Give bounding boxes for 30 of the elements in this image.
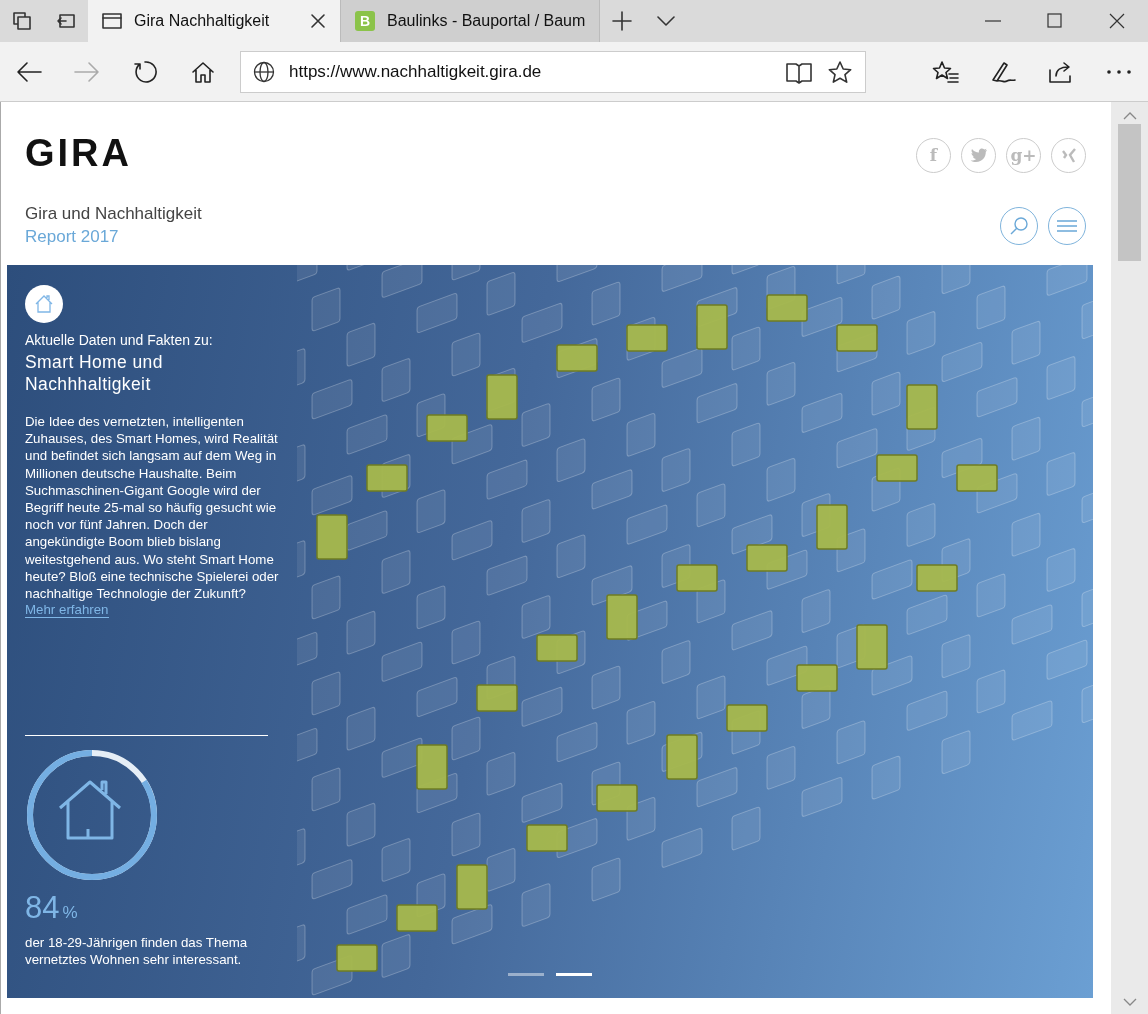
home-button[interactable] [25, 285, 63, 323]
hero-heading: Smart Home und Nachhhaltigkeit [25, 351, 164, 395]
intro-text: Aktuelle Daten und Fakten zu: [25, 332, 214, 348]
search-icon [1009, 215, 1029, 236]
tab-title: Gira Nachhaltigkeit [134, 12, 271, 30]
percent-sign: % [62, 903, 78, 923]
hero-paragraph: Die Idee des vernetzten, intelligenten Zuhauses, des Smart Homes, wird Realität und befindet sich langsam auf dem Weg in Millionen deutsche Haushalte. Beim Suchmaschinen-Gigant Google wird der Begriff heute 25-mal so häufig gesucht wie noch vor fünf Jahren. Doch der angekündigte Boom blieb bislang weitestgehend aus. Wo steht Smart Home heute? Bloß eine technische Spielerei oder nachhaltige Technologie der Zukunft? [25, 413, 280, 603]
gira-logo[interactable]: GIRA [25, 131, 132, 175]
xing-icon [1060, 147, 1077, 163]
globe-icon [253, 60, 275, 83]
address-bar[interactable]: https://www.nachhaltigkeit.gira.de [240, 50, 866, 93]
tab-title: Baulinks - Bauportal / Baum [387, 12, 586, 30]
menu-icon [1056, 218, 1078, 233]
browser-tab[interactable]: Gira Nachhaltigkeit [88, 0, 341, 42]
house-icon [58, 778, 122, 842]
statistic-value: 84 [25, 890, 60, 926]
page-icon [102, 12, 122, 30]
scroll-down-icon[interactable] [1122, 998, 1137, 1006]
url-text: https://www.nachhaltigkeit.gira.de [289, 61, 543, 82]
scroll-up-icon[interactable] [1122, 112, 1137, 120]
browser-tab[interactable]: B Baulinks - Bauportal / Baum [341, 0, 601, 42]
bird-icon [969, 147, 988, 163]
close-icon[interactable] [310, 13, 326, 29]
site-subtitle: Gira und Nachhaltigkeit [25, 204, 202, 224]
star-icon[interactable] [827, 59, 853, 84]
statistic-caption: der 18-29-Jährigen finden das Thema vernetztes Wohnen sehr interessant. [25, 934, 249, 968]
home-icon [34, 294, 54, 314]
scrollbar-thumb[interactable] [1118, 124, 1141, 261]
read-more-link[interactable]: Mehr erfahren [25, 602, 109, 619]
site-favicon: B [355, 11, 375, 31]
